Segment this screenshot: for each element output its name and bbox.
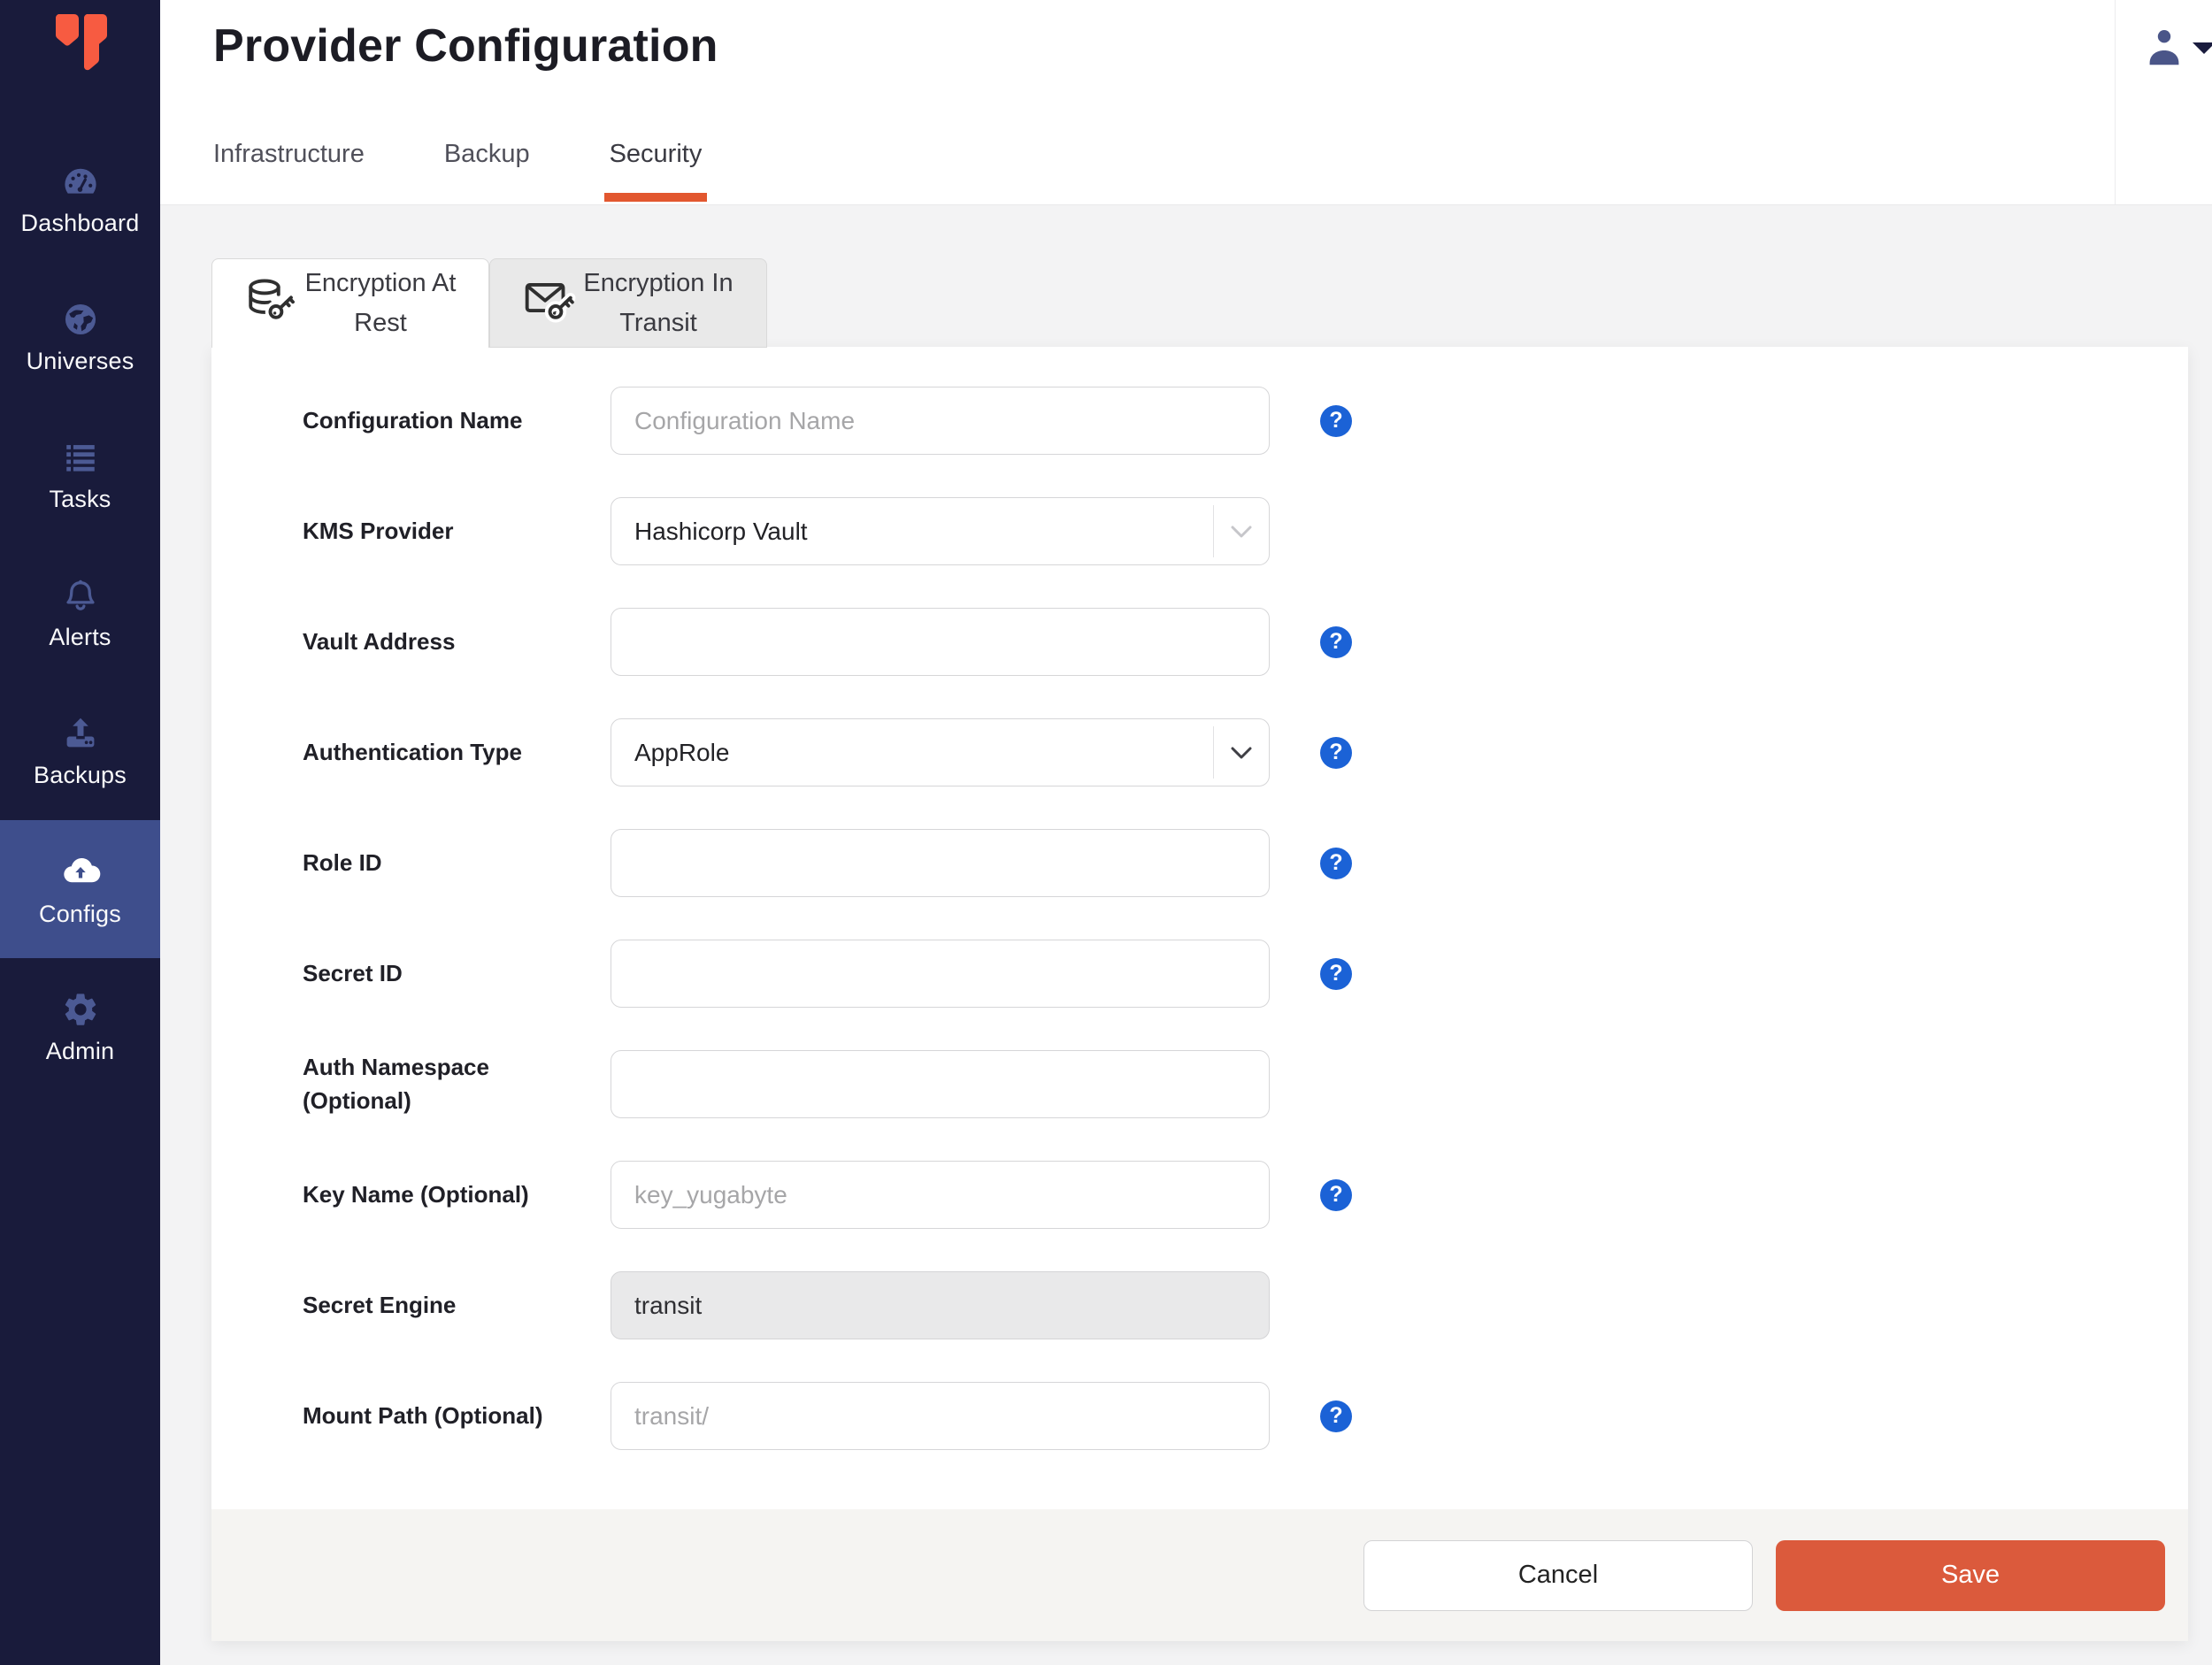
field-row-kms-provider: KMS Provider Hashicorp Vault [303,497,2188,565]
encryption-at-rest-panel: Configuration Name ? KMS Provider Hashic… [211,347,2188,1641]
sidebar-item-label: Alerts [49,623,111,650]
field-label: Role ID [303,848,382,876]
kms-provider-select[interactable]: Hashicorp Vault [611,497,1270,565]
help-icon[interactable]: ? [1320,847,1352,879]
field-label: Mount Path (Optional) [303,1401,543,1429]
sidebar-item-label: Universes [26,347,134,374]
sidebar-item-backups[interactable]: Backups [0,682,160,820]
field-row-role-id: Role ID ? [303,829,2188,897]
kms-config-form: Configuration Name ? KMS Provider Hashic… [211,347,2188,1450]
help-icon[interactable]: ? [1320,957,1352,990]
form-footer: Cancel Save [211,1509,2188,1641]
sidebar-item-label: Backups [34,761,127,788]
secret-id-input[interactable] [611,940,1270,1008]
help-icon[interactable]: ? [1320,404,1352,437]
field-row-mount-path: Mount Path (Optional) ? [303,1382,2188,1450]
vault-address-input[interactable] [611,608,1270,676]
field-label: Vault Address [303,627,456,655]
help-icon[interactable]: ? [1320,1178,1352,1211]
sidebar-item-label: Configs [39,900,121,927]
gauge-icon [61,162,100,201]
save-button[interactable]: Save [1776,1539,2165,1611]
encryption-tabs: Encryption At Rest Encryption In Transit [211,258,767,348]
field-row-auth-namespace: Auth Namespace (Optional) [303,1050,2188,1118]
envelope-key-icon [522,273,577,333]
header-divider [2115,0,2116,204]
backup-upload-icon [61,714,100,753]
user-icon [2149,30,2179,65]
user-menu[interactable] [2132,0,2212,106]
page-title: Provider Configuration [213,20,718,72]
content-area: Encryption At Rest Encryption In Transit… [160,205,2212,1665]
field-row-key-name: Key Name (Optional) ? [303,1161,2188,1229]
field-label: Secret ID [303,959,403,986]
help-spacer [1320,1069,1352,1101]
tab-infrastructure[interactable]: Infrastructure [213,140,365,204]
cancel-button[interactable]: Cancel [1363,1539,1753,1611]
field-label: Authentication Type [303,738,522,765]
field-label: Secret Engine [303,1291,457,1318]
field-label: Key Name (Optional) [303,1180,529,1208]
chevron-down-icon [2193,42,2212,54]
globe-icon [61,300,100,339]
authentication-type-select[interactable]: AppRole [611,718,1270,786]
chevron-down-icon [1213,505,1269,557]
field-label: Auth Namespace (Optional) [303,1053,489,1114]
field-row-authentication-type: Authentication Type AppRole ? [303,718,2188,786]
field-label: Configuration Name [303,406,523,434]
tab-security[interactable]: Security [603,140,708,204]
mount-path-input[interactable] [611,1382,1270,1450]
sidebar-item-universes[interactable]: Universes [0,268,160,406]
secret-engine-input [611,1271,1270,1339]
header: Provider Configuration Infrastructure Ba… [160,0,2212,205]
gear-icon [61,990,100,1029]
sidebar-item-tasks[interactable]: Tasks [0,406,160,544]
tab-backup[interactable]: Backup [444,140,530,204]
sidebar-item-admin[interactable]: Admin [0,958,160,1096]
yugabyte-logo-icon[interactable] [0,12,160,92]
role-id-input[interactable] [611,829,1270,897]
chevron-down-icon [1213,726,1269,779]
tab-encryption-at-rest[interactable]: Encryption At Rest [211,258,489,348]
configuration-name-input[interactable] [611,387,1270,455]
task-list-icon [61,438,100,477]
selected-value: Hashicorp Vault [634,517,808,545]
help-icon[interactable]: ? [1320,736,1352,769]
field-label: KMS Provider [303,517,454,544]
help-spacer [1320,1290,1352,1322]
sidebar-item-alerts[interactable]: Alerts [0,544,160,682]
auth-namespace-input[interactable] [611,1050,1270,1118]
sidebar-item-dashboard[interactable]: Dashboard [0,130,160,268]
sidebar-item-label: Dashboard [20,209,140,236]
sidebar-item-label: Admin [45,1037,115,1064]
sidebar-nav: Dashboard Universes Tasks Alerts Backups… [0,130,160,1096]
key-name-input[interactable] [611,1161,1270,1229]
tab-label: Encryption In Transit [583,268,733,337]
help-icon[interactable]: ? [1320,625,1352,658]
field-row-secret-engine: Secret Engine [303,1271,2188,1339]
sidebar-item-configs[interactable]: Configs [0,820,160,958]
tab-encryption-in-transit[interactable]: Encryption In Transit [489,258,767,348]
sidebar: Dashboard Universes Tasks Alerts Backups… [0,0,160,1665]
bell-icon [61,576,100,615]
help-icon[interactable]: ? [1320,1400,1352,1432]
field-row-configuration-name: Configuration Name ? [303,387,2188,455]
sidebar-item-label: Tasks [49,485,111,512]
header-tabs: Infrastructure Backup Security [213,140,708,204]
field-row-vault-address: Vault Address ? [303,608,2188,676]
tab-label: Encryption At Rest [304,269,457,337]
cloud-upload-icon [60,851,101,892]
database-key-icon [244,274,299,334]
selected-value: AppRole [634,738,730,766]
field-row-secret-id: Secret ID ? [303,940,2188,1008]
provider-configuration-page: Dashboard Universes Tasks Alerts Backups… [0,0,2212,1665]
